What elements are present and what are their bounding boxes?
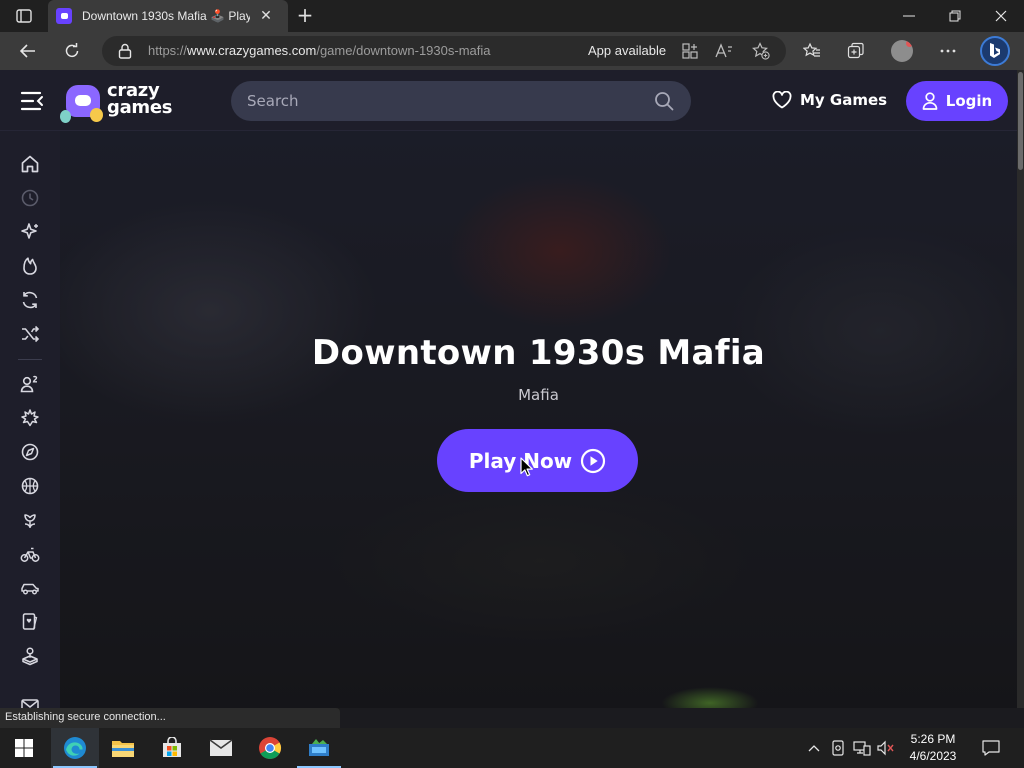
basketball-icon[interactable] <box>16 472 44 500</box>
windows-taskbar: 5:26 PM 4/6/2023 <box>0 728 1024 768</box>
network-icon[interactable] <box>852 738 872 758</box>
favorites-icon[interactable] <box>799 38 825 64</box>
show-hidden-icons[interactable] <box>804 738 824 758</box>
search-bar[interactable] <box>231 81 691 121</box>
restore-button[interactable] <box>932 0 978 32</box>
heart-icon <box>772 91 792 109</box>
crazygames-logo[interactable]: crazy games <box>60 82 173 123</box>
status-bubble: Establishing secure connection... <box>0 708 340 728</box>
user-icon <box>922 92 938 110</box>
close-window-button[interactable] <box>978 0 1024 32</box>
address-bar[interactable]: https://www.crazygames.com/game/downtown… <box>102 36 786 66</box>
site-header: crazy games My Games Login <box>0 70 1017 131</box>
sidebar-divider <box>18 359 42 360</box>
game-hero: Downtown 1930s Mafia Mafia Play Now <box>60 131 1017 708</box>
meet-now-icon[interactable] <box>828 738 848 758</box>
logo-text: crazy games <box>107 82 173 118</box>
collections-icon[interactable] <box>843 38 869 64</box>
search-input[interactable] <box>247 91 647 111</box>
system-clock[interactable]: 5:26 PM 4/6/2023 <box>900 731 966 765</box>
clock-date: 4/6/2023 <box>909 749 957 763</box>
card-icon[interactable] <box>16 608 44 636</box>
game-hero-background <box>60 131 1017 708</box>
start-icon[interactable] <box>0 728 48 768</box>
play-now-button[interactable]: Play Now <box>437 429 638 492</box>
casual-icon[interactable] <box>16 642 44 670</box>
category-sidebar <box>0 131 60 713</box>
new-tab-button[interactable]: + <box>294 4 316 26</box>
recent-icon[interactable] <box>16 184 44 212</box>
read-aloud-icon[interactable] <box>714 41 734 61</box>
mail-app-icon[interactable] <box>197 728 245 768</box>
volume-muted-icon[interactable] <box>876 738 896 758</box>
menu-toggle-icon[interactable] <box>20 90 44 112</box>
browser-title-bar: Downtown 1930s Mafia 🕹️ Play ✕ + <box>0 0 1024 32</box>
app-icon[interactable] <box>295 728 343 768</box>
browser-toolbar: https://www.crazygames.com/game/downtown… <box>0 32 1024 70</box>
chrome-icon[interactable] <box>246 728 294 768</box>
action-icon[interactable] <box>16 404 44 432</box>
logo-text-line2: games <box>107 97 173 118</box>
url-path: /game/downtown-1930s-mafia <box>316 43 491 58</box>
back-button[interactable] <box>14 37 42 65</box>
updated-icon[interactable] <box>16 286 44 314</box>
tab-actions-icon[interactable] <box>10 7 38 25</box>
store-icon[interactable] <box>148 728 196 768</box>
refresh-button[interactable] <box>58 37 86 65</box>
new-icon[interactable] <box>16 218 44 246</box>
profile-avatar-icon[interactable] <box>889 38 915 64</box>
more-options-icon[interactable] <box>935 38 961 64</box>
crazygames-favicon-icon <box>56 8 72 24</box>
page-content-strip <box>340 708 1024 728</box>
file-explorer-icon[interactable] <box>99 728 147 768</box>
app-install-icon[interactable] <box>680 41 700 61</box>
mouse-cursor-icon <box>520 457 534 481</box>
car-icon[interactable] <box>16 574 44 602</box>
app-available-label[interactable]: App available <box>588 43 666 58</box>
bing-chat-icon[interactable] <box>980 36 1010 66</box>
browser-tab[interactable]: Downtown 1930s Mafia 🕹️ Play ✕ <box>48 0 288 32</box>
minimize-button[interactable] <box>886 0 932 32</box>
beauty-icon[interactable] <box>16 506 44 534</box>
lock-icon[interactable] <box>118 43 132 63</box>
add-favorite-icon[interactable] <box>751 41 771 61</box>
logo-egg-icon <box>90 108 103 122</box>
home-icon[interactable] <box>16 150 44 178</box>
page-scrollbar[interactable] <box>1017 70 1024 708</box>
multiplayer-icon[interactable] <box>16 370 44 398</box>
adventure-icon[interactable] <box>16 438 44 466</box>
game-title: Downtown 1930s Mafia <box>311 333 766 373</box>
my-games-button[interactable]: My Games <box>772 87 887 113</box>
search-icon[interactable] <box>654 91 674 111</box>
edge-icon[interactable] <box>51 728 99 768</box>
logo-egg-icon <box>60 110 71 123</box>
clock-time: 5:26 PM <box>910 732 956 746</box>
notification-center-icon[interactable] <box>978 736 1004 760</box>
tab-close-icon[interactable]: ✕ <box>258 8 274 24</box>
random-icon[interactable] <box>16 320 44 348</box>
login-label: Login <box>945 92 993 110</box>
url-scheme: https:// <box>148 43 188 58</box>
scrollbar-thumb[interactable] <box>1018 72 1023 170</box>
trending-icon[interactable] <box>16 252 44 280</box>
url-text[interactable]: https://www.crazygames.com/game/downtown… <box>148 43 491 58</box>
url-domain: www.crazygames.com <box>187 43 317 58</box>
game-genre[interactable]: Mafia <box>60 386 1017 404</box>
bike-icon[interactable] <box>16 540 44 568</box>
tab-title: Downtown 1930s Mafia 🕹️ Play <box>82 9 250 23</box>
my-games-label: My Games <box>800 91 888 109</box>
login-button[interactable]: Login <box>906 81 1008 121</box>
play-icon <box>580 448 606 474</box>
